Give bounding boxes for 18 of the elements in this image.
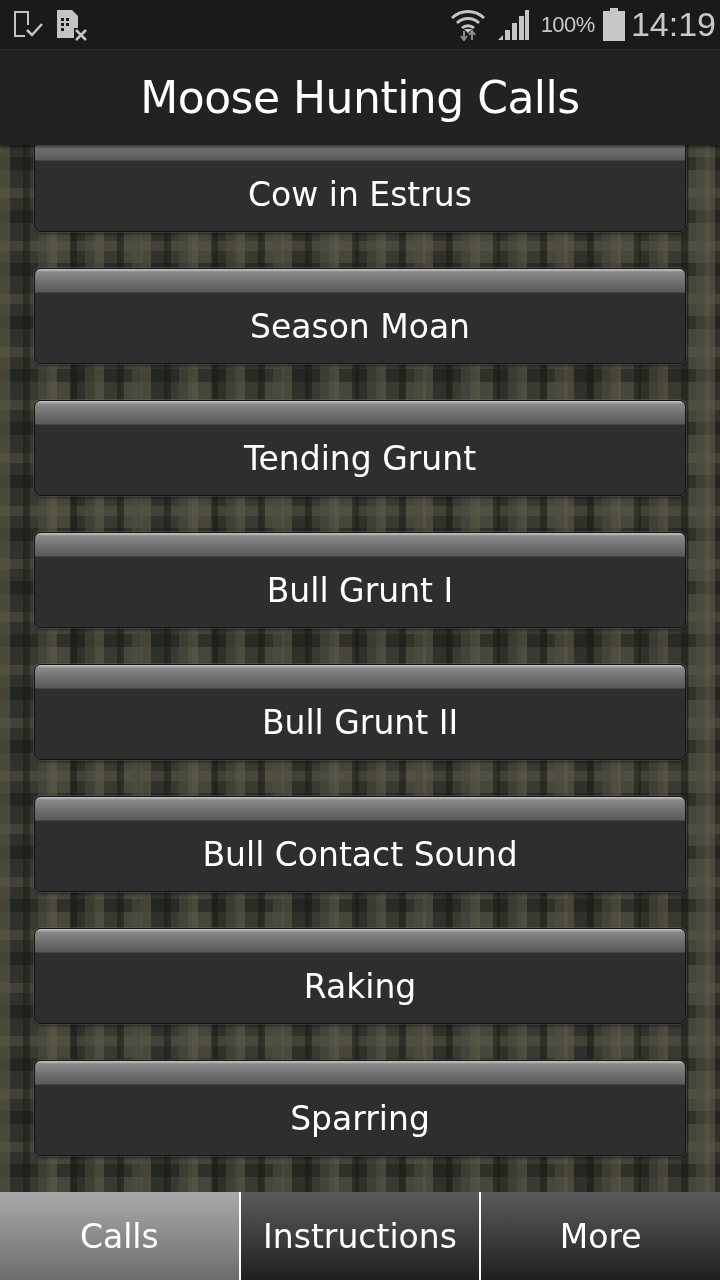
clock-time: 14:19 — [630, 5, 716, 44]
sound-button[interactable]: Bull Grunt I — [34, 532, 686, 628]
battery-percentage: 100% — [540, 11, 595, 38]
sound-button[interactable]: Bull Contact Sound — [34, 796, 686, 892]
wifi-icon — [450, 8, 485, 41]
sound-button[interactable]: Raking — [34, 928, 686, 1024]
sound-button[interactable]: Bull Grunt II — [34, 664, 686, 760]
tab[interactable]: Instructions — [240, 1192, 480, 1280]
app-title: Moose Hunting Calls — [140, 72, 580, 123]
tablet-check-icon — [12, 9, 44, 40]
signal-bars-icon — [496, 9, 529, 40]
tab[interactable]: More — [481, 1192, 720, 1280]
sound-button[interactable]: Tending Grunt — [34, 400, 686, 496]
battery-icon — [602, 8, 625, 41]
sim-card-x-icon — [56, 8, 88, 41]
sound-button[interactable]: Season Moan — [34, 268, 686, 364]
sound-button[interactable]: Cow in Estrus — [34, 145, 686, 232]
sound-button[interactable]: Sparring — [34, 1060, 686, 1156]
